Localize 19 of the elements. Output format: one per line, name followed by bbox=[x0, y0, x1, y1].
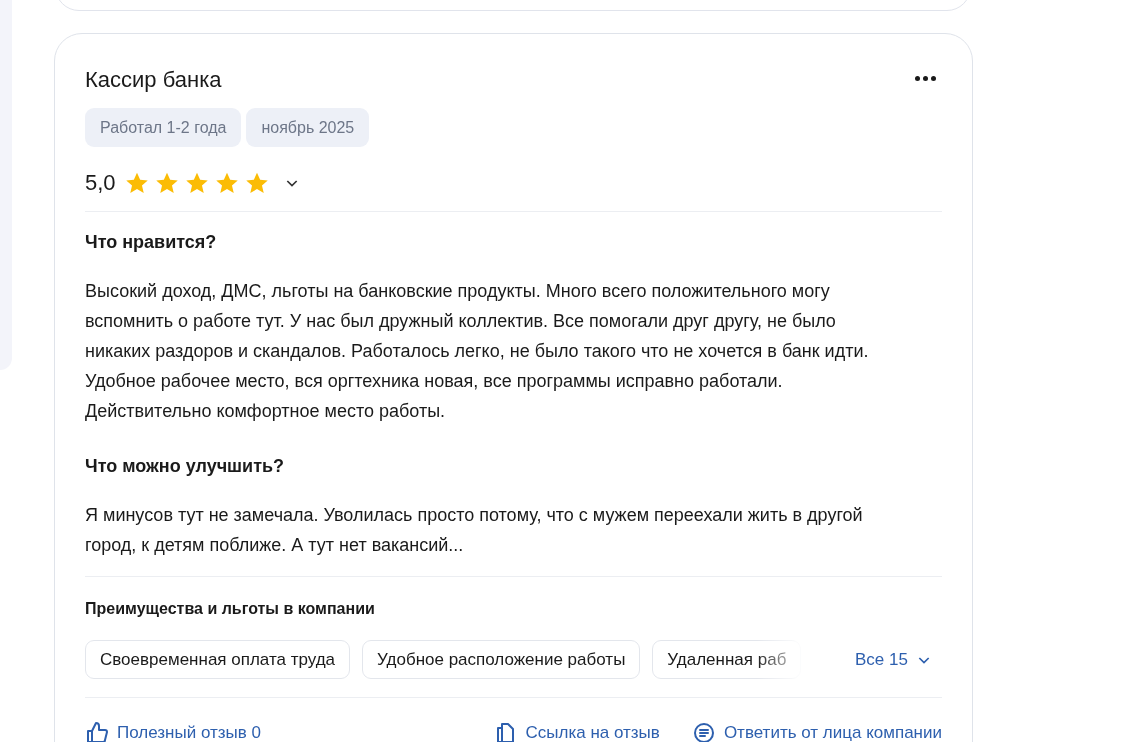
action-link[interactable]: Ссылка на отзыв bbox=[493, 720, 660, 742]
section-heading: Что можно улучшить? bbox=[85, 455, 286, 478]
benefit-chip: Своевременная оплата труда bbox=[85, 640, 351, 679]
benefit-chip: Удобное расположение работы bbox=[362, 640, 641, 679]
info-tag: ноябрь 2025 bbox=[246, 108, 370, 147]
section-heading: Что нравится? bbox=[85, 231, 218, 254]
review-text: Я минусов тут не замечала. Уволилась просто потому, что с мужем переехали жить в другой город, к детям поближе. А тут нет вакансий... bbox=[85, 504, 864, 557]
thumbs-up-icon bbox=[85, 720, 109, 742]
rating-value: 5,0 bbox=[85, 169, 116, 197]
comment-icon bbox=[691, 720, 716, 742]
more-options-button[interactable] bbox=[913, 74, 938, 83]
benefit-chip: Удаленная раб bbox=[652, 640, 802, 679]
info-tag: Работал 1-2 года bbox=[85, 108, 242, 147]
review-title: Кассир банка bbox=[85, 66, 222, 94]
action-link[interactable]: Ответить от лица компании bbox=[691, 720, 942, 742]
show-all-button[interactable]: Все 15 bbox=[855, 646, 932, 673]
helpful-button[interactable]: Полезный отзыв 0 bbox=[85, 720, 261, 742]
benefits-heading: Преимущества и льготы в компании bbox=[85, 599, 376, 619]
review-text: Высокий доход, ДМС, льготы на банковские продукты. Много всего положительного могу вспомнить о работе тут. У нас был дружный коллектив. Все помогали друг другу, не было никаких раздоров и скандалов. Работалось легко, не было такого что не хочется в банк идти. Удобное рабочее место, вся оргтехника новая, все программы исправно работали. Действительно комфортное место работы. bbox=[85, 280, 870, 423]
